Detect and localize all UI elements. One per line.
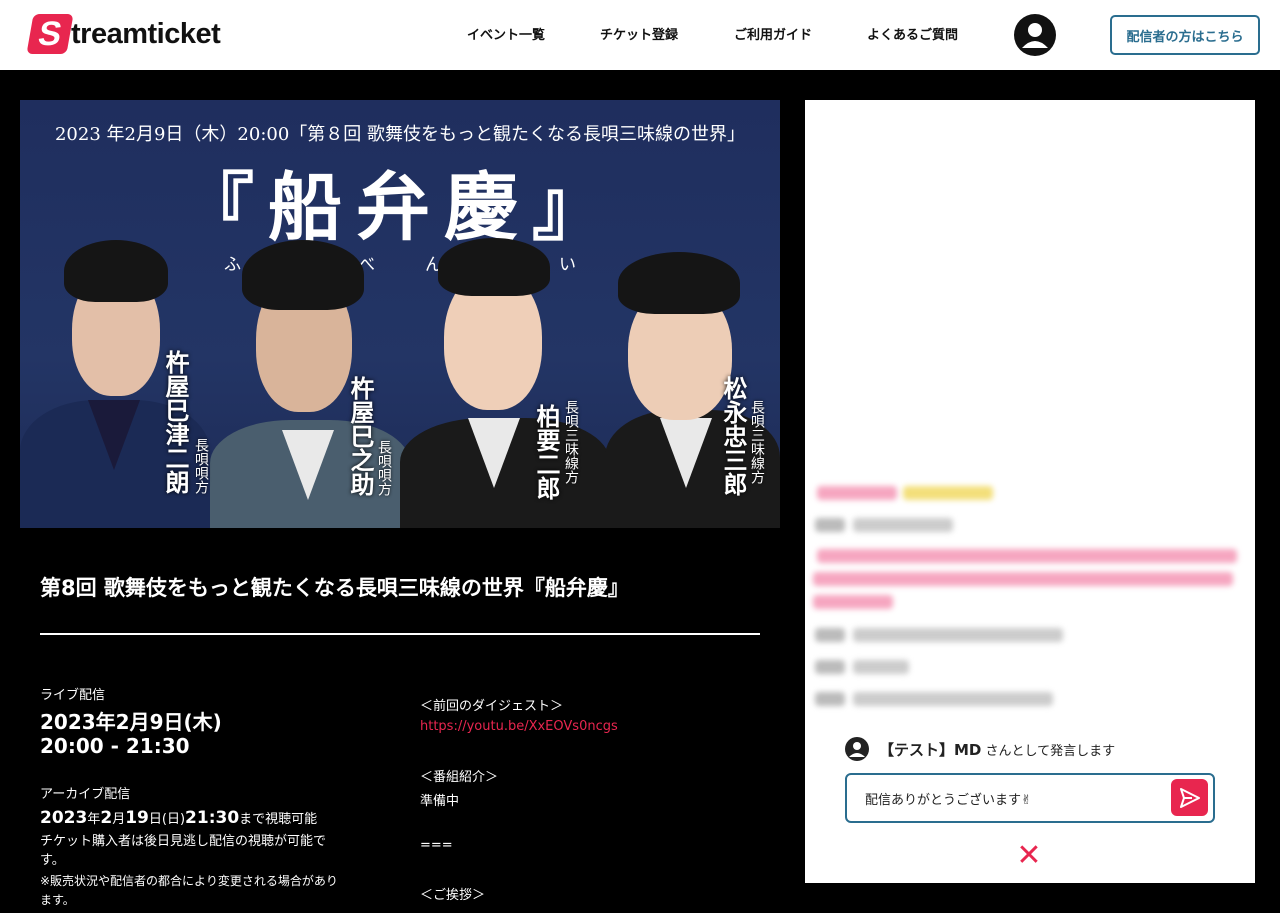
live-label: ライブ配信 [40,688,106,703]
chat-user-name: 【テスト】MD [879,741,982,759]
live-date: 2023年2月9日(木) [40,710,222,734]
user-icon [849,742,865,757]
send-icon [1179,787,1200,808]
performer-role-2: 長唄唄方 [376,440,392,496]
send-button[interactable] [1171,779,1208,816]
performer-name-2: 杵屋巳之助 [346,376,375,496]
close-icon[interactable]: ✕ [1015,841,1043,871]
nav-usage-guide[interactable]: ご利用ガイド [734,24,812,43]
performer-name-3: 柏要二郎 [532,404,561,500]
logo-mark: S [26,14,74,54]
program-text: 準備中 [420,794,460,809]
performer-name-4: 松永忠三郎 [719,376,748,496]
banner-top-line: 2023 年2月9日（木）20:00「第８回 歌舞伎をもっと観たくなる長唄三味線… [54,124,746,145]
digest-heading: ＜前回のダイジェスト＞ [420,699,564,714]
logo-text: treamticket [71,17,221,50]
archive-label: アーカイブ配信 [40,787,131,802]
performer-name-1: 杵屋巳津二朗 [161,350,190,494]
nav-event-list[interactable]: イベント一覧 [467,24,545,43]
digest-link[interactable]: https://youtu.be/XxEOVs0ncgs [420,719,618,734]
title-divider [40,633,760,635]
event-banner: 2023 年2月9日（木）20:00「第８回 歌舞伎をもっと観たくなる長唄三味線… [20,100,780,528]
event-title: 第8回 歌舞伎をもっと観たくなる長唄三味線の世界『船弁慶』 [40,576,629,600]
performer-role-1: 長唄唄方 [193,438,209,494]
live-time: 20:00 - 21:30 [40,734,190,758]
archive-note-4: ます。 [40,893,75,907]
chat-panel: 【テスト】MD さんとして発言します ✕ [805,100,1255,883]
separator-text: === [420,838,453,853]
user-icon [1022,23,1048,48]
program-heading: ＜番組紹介＞ [420,770,499,785]
nav-faq[interactable]: よくあるご質問 [867,24,958,43]
banner-title: 『船弁慶』 [180,165,620,251]
chat-message-input[interactable] [845,773,1215,823]
site-header: S treamticket イベント一覧 チケット登録 ご利用ガイド よくあるご… [0,0,1280,70]
nav-ticket-register[interactable]: チケット登録 [600,24,678,43]
site-logo[interactable]: S treamticket [26,14,221,54]
chat-speak-as: 【テスト】MD さんとして発言します [879,741,1116,759]
chat-user-avatar [845,737,869,761]
account-button[interactable] [1014,14,1056,56]
performer-role-3: 長唄三味線方 [563,400,579,484]
performer-role-4: 長唄三味線方 [749,400,765,484]
archive-note-2: す。 [40,853,65,868]
archive-period: 2023年2月19日(日)21:30まで視聴可能 [40,808,318,828]
archive-note-3: ※販売状況や配信者の都合により変更される場合があり [40,874,338,888]
archive-note-1: チケット購入者は後日見逃し配信の視聴が可能で [40,834,327,849]
greeting-heading: ＜ご挨拶＞ [420,888,486,903]
publisher-button[interactable]: 配信者の方はこちら [1110,15,1260,55]
